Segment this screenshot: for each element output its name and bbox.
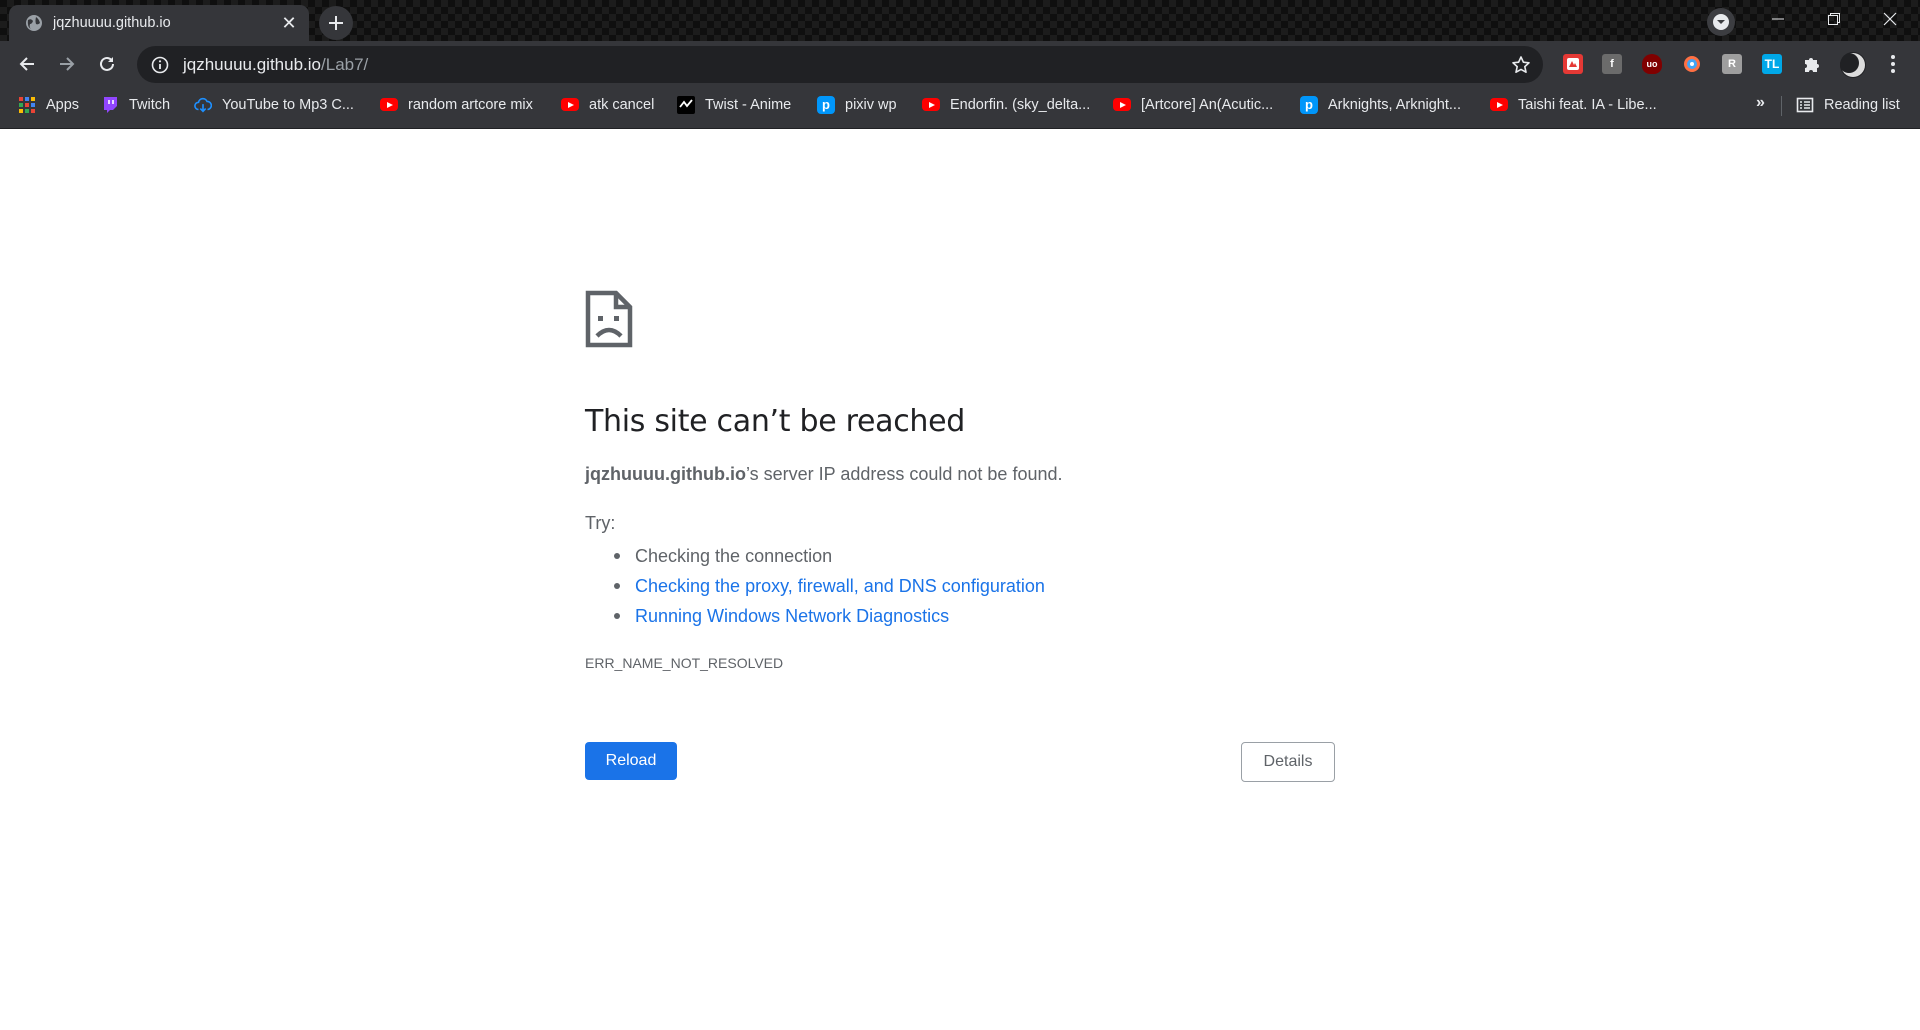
info-icon[interactable] — [149, 54, 171, 76]
bookmark-label: Twist - Anime — [705, 96, 792, 113]
avatar[interactable] — [1840, 52, 1866, 78]
reading-list-button[interactable]: Reading list — [1796, 88, 1900, 121]
youtube-icon — [922, 96, 940, 114]
bookmark-label: [Artcore] An(Acutic... — [1141, 96, 1274, 113]
bookmark-label: Endorfin. (sky_delta... — [950, 96, 1091, 113]
try-label: Try: — [585, 513, 616, 533]
forward-button[interactable] — [51, 48, 83, 80]
youtube-icon — [561, 96, 579, 114]
error-title: This site can’t be reached — [585, 404, 966, 439]
restore-button[interactable] — [1806, 0, 1862, 38]
reading-list-label: Reading list — [1824, 96, 1900, 113]
error-message-suffix: ’s server IP address could not be found. — [745, 464, 1063, 484]
bookmark-label: random artcore mix — [408, 96, 533, 113]
tab-search-button[interactable] — [1707, 8, 1735, 36]
reload-page-button[interactable] — [91, 48, 123, 80]
bookmark-youtube-to-mp3[interactable]: YouTube to Mp3 C... — [194, 88, 354, 121]
reading-list-icon — [1796, 96, 1814, 114]
minimize-icon — [1772, 18, 1784, 20]
bookmark-atk-cancel[interactable]: atk cancel — [561, 88, 654, 121]
colorful-extension-icon[interactable] — [1682, 54, 1702, 74]
tab-close-icon[interactable]: ✕ — [279, 13, 299, 33]
youtube-icon — [380, 96, 398, 114]
url-path: /Lab7/ — [321, 54, 369, 74]
bookmark-label: YouTube to Mp3 C... — [222, 96, 354, 113]
suggestion-check-proxy-link[interactable]: Checking the proxy, firewall, and DNS co… — [614, 571, 1045, 601]
back-arrow-icon — [19, 57, 34, 71]
bookmark-label: Taishi feat. IA - Libe... — [1518, 96, 1657, 113]
globe-icon — [26, 15, 42, 31]
youtube-icon — [1490, 96, 1508, 114]
close-icon — [1883, 12, 1897, 26]
bookmarks-divider — [1781, 96, 1782, 116]
youtube-icon — [1113, 96, 1131, 114]
minimize-button[interactable] — [1750, 0, 1806, 38]
reload-button[interactable]: Reload — [585, 742, 677, 780]
bookmark-label: Twitch — [129, 96, 171, 113]
tab-title: jqzhuuuu.github.io — [53, 15, 171, 31]
chevron-down-icon — [1713, 14, 1729, 30]
pdf-extension-icon[interactable] — [1563, 54, 1583, 74]
bookmark-artcore-an-acutic[interactable]: [Artcore] An(Acutic... — [1113, 88, 1273, 121]
ublock-origin-icon[interactable]: uo — [1642, 54, 1662, 74]
menu-kebab-icon[interactable] — [1883, 54, 1903, 74]
twitch-icon — [101, 96, 119, 114]
close-window-button[interactable] — [1862, 0, 1918, 38]
refresh-icon — [100, 56, 114, 71]
details-button[interactable]: Details — [1241, 742, 1335, 782]
bookmark-random-artcore-mix[interactable]: random artcore mix — [380, 88, 533, 121]
address-bar[interactable]: jqzhuuuu.github.io/Lab7/ — [137, 46, 1543, 83]
bookmark-apps[interactable]: Apps — [18, 88, 79, 121]
bookmark-endorfin[interactable]: Endorfin. (sky_delta... — [922, 88, 1090, 121]
bookmark-label: Arknights, Arknight... — [1328, 96, 1461, 113]
suggestion-check-connection: Checking the connection — [614, 541, 1045, 571]
url-host: jqzhuuuu.github.io — [183, 54, 322, 74]
bookmark-twitch[interactable]: Twitch — [101, 88, 170, 121]
url-text: jqzhuuuu.github.io/Lab7/ — [183, 55, 368, 75]
bookmarks-bar: Apps Twitch YouTube to Mp3 C... random a… — [0, 88, 1920, 129]
bookmark-pixiv-wp[interactable]: p pixiv wp — [817, 88, 897, 121]
apps-grid-icon — [18, 96, 36, 114]
error-host: jqzhuuuu.github.io — [585, 464, 746, 484]
sad-page-icon — [585, 290, 633, 348]
toolbar: jqzhuuuu.github.io/Lab7/ f uo R TL — [0, 41, 1920, 88]
bookmark-label: Apps — [46, 96, 80, 113]
bookmark-twist-anime[interactable]: Twist - Anime — [677, 88, 791, 121]
page-content: This site can’t be reached jqzhuuuu.gith… — [0, 130, 1920, 1030]
pixiv-icon: p — [817, 95, 835, 114]
facebook-extension-icon[interactable]: f — [1602, 54, 1622, 74]
twist-icon — [677, 95, 695, 114]
back-button[interactable] — [11, 48, 43, 80]
tl-extension-icon[interactable]: TL — [1762, 54, 1782, 74]
bookmark-label: atk cancel — [589, 96, 655, 113]
bookmarks-overflow-chevron[interactable]: » — [1756, 94, 1765, 112]
forward-arrow-icon — [60, 57, 75, 71]
bookmark-label: pixiv wp — [845, 96, 897, 113]
error-code: ERR_NAME_NOT_RESOLVED — [585, 655, 784, 671]
suggestions-list: Checking the connection Checking the pro… — [614, 541, 1045, 631]
r-extension-icon[interactable]: R — [1722, 54, 1742, 74]
error-message: jqzhuuuu.github.io’s server IP address c… — [585, 464, 1062, 485]
restore-icon — [1828, 13, 1840, 25]
cloud-download-icon — [194, 96, 212, 114]
new-tab-button[interactable] — [319, 6, 353, 40]
bookmark-star-icon[interactable] — [1509, 53, 1533, 77]
bookmark-taishi-feat-ia[interactable]: Taishi feat. IA - Libe... — [1490, 88, 1657, 121]
title-bar: jqzhuuuu.github.io ✕ — [0, 0, 1920, 41]
tab-active[interactable]: jqzhuuuu.github.io ✕ — [9, 5, 309, 41]
bookmark-arknights[interactable]: p Arknights, Arknight... — [1300, 88, 1461, 121]
pixiv-icon: p — [1300, 95, 1318, 114]
extensions-puzzle-icon[interactable] — [1802, 54, 1822, 74]
suggestion-network-diagnostics-link[interactable]: Running Windows Network Diagnostics — [614, 601, 1045, 631]
plus-icon — [329, 16, 343, 30]
